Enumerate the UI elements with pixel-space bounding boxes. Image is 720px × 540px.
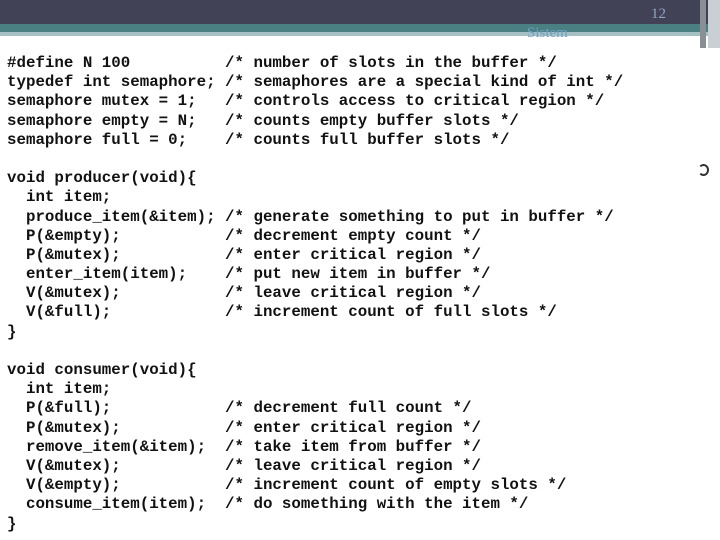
code-line: } <box>7 514 17 533</box>
code-line: void producer(void){ <box>7 169 197 188</box>
code-line: int item; <box>7 380 112 399</box>
page-number: 12 <box>651 6 666 22</box>
code-line: semaphore empty = N; /* counts empty buf… <box>7 111 519 130</box>
code-line: int item; <box>7 188 112 207</box>
code-block: #define N 100 /* number of slots in the … <box>7 54 623 534</box>
code-line: typedef int semaphore; /* semaphores are… <box>7 73 624 92</box>
circle-icon <box>698 164 709 176</box>
header-light-stripe <box>0 32 720 36</box>
code-line: P(&full); /* decrement full count */ <box>7 399 472 418</box>
code-line: V(&empty); /* increment count of empty s… <box>7 476 567 495</box>
code-line: semaphore full = 0; /* counts full buffe… <box>7 130 510 149</box>
code-line: #define N 100 /* number of slots in the … <box>7 54 557 72</box>
right-edge-bar <box>700 0 706 48</box>
right-edge-bar-light <box>708 0 720 48</box>
code-line: consume_item(item); /* do something with… <box>7 495 529 514</box>
code-line: V(&full); /* increment count of full slo… <box>7 303 557 322</box>
code-line: void consumer(void){ <box>7 361 197 379</box>
code-line: } <box>7 322 17 341</box>
code-line: enter_item(item); /* put new item in buf… <box>7 265 491 284</box>
code-line: P(&mutex); /* enter critical region */ <box>7 418 481 437</box>
code-line: semaphore mutex = 1; /* controls access … <box>7 92 605 111</box>
code-line: P(&empty); /* decrement empty count */ <box>7 226 481 245</box>
code-line: remove_item(&item); /* take item from bu… <box>7 437 481 456</box>
header-title: Sistem <box>527 25 568 41</box>
code-line: V(&mutex); /* leave critical region */ <box>7 456 481 475</box>
header-accent-stripe <box>0 24 720 32</box>
code-line: P(&mutex); /* enter critical region */ <box>7 245 481 264</box>
code-line: produce_item(&item); /* generate somethi… <box>7 207 614 226</box>
code-line: V(&mutex); /* leave critical region */ <box>7 284 481 303</box>
slide-header-bar <box>0 0 720 24</box>
